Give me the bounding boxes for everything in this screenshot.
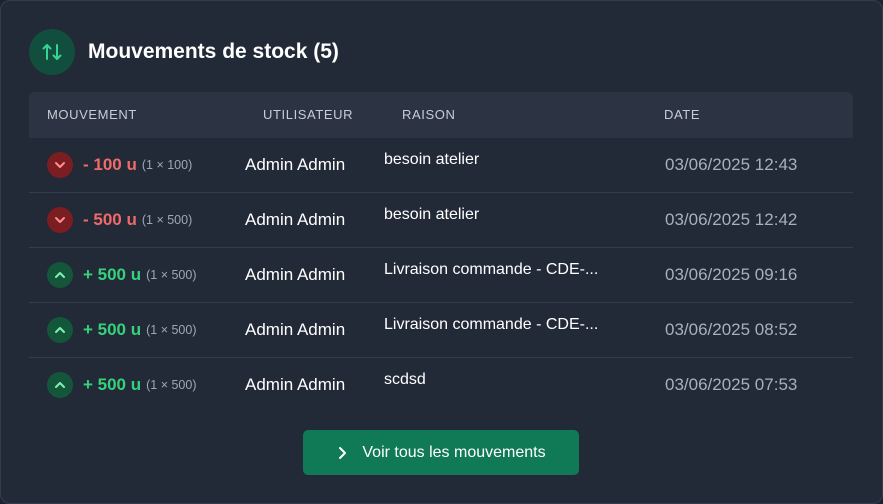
column-header-reason: RAISON bbox=[402, 107, 456, 122]
user-cell: Admin Admin bbox=[245, 320, 346, 339]
user-cell: Admin Admin bbox=[245, 155, 346, 174]
column-header-movement: MOUVEMENT bbox=[47, 107, 137, 122]
column-header-date: DATE bbox=[664, 107, 701, 122]
chevron-down-icon bbox=[47, 207, 73, 233]
movement-cell: + 500 u (1 × 500) bbox=[47, 372, 197, 398]
chevron-down-icon bbox=[47, 152, 73, 178]
movement-cell: - 500 u (1 × 500) bbox=[47, 207, 192, 233]
date-cell: 03/06/2025 08:52 bbox=[665, 320, 798, 339]
reason-cell: besoin atelier bbox=[384, 151, 480, 168]
movement-cell: - 100 u (1 × 100) bbox=[47, 152, 192, 178]
movement-quantity: + 500 u bbox=[83, 375, 142, 394]
arrows-up-down-icon bbox=[29, 29, 75, 75]
reason-cell: Livraison commande - CDE-... bbox=[384, 316, 599, 333]
chevron-up-icon bbox=[47, 317, 73, 343]
card-title: Mouvements de stock (5) bbox=[88, 40, 339, 63]
card-header: Mouvements de stock (5) bbox=[29, 29, 339, 75]
movement-quantity: + 500 u bbox=[83, 320, 142, 339]
movement-detail: (1 × 500) bbox=[146, 323, 197, 337]
user-cell: Admin Admin bbox=[245, 375, 346, 394]
reason-cell: Livraison commande - CDE-... bbox=[384, 261, 599, 278]
table-header: MOUVEMENT UTILISATEUR RAISON DATE bbox=[29, 92, 853, 138]
table-row: + 500 u (1 × 500) Admin Admin Livraison … bbox=[29, 248, 853, 303]
chevron-up-icon bbox=[47, 372, 73, 398]
movement-quantity: - 100 u bbox=[83, 155, 137, 174]
date-cell: 03/06/2025 07:53 bbox=[665, 375, 798, 394]
date-cell: 03/06/2025 12:42 bbox=[665, 210, 798, 229]
movement-detail: (1 × 500) bbox=[146, 268, 197, 282]
date-cell: 03/06/2025 12:43 bbox=[665, 155, 798, 174]
chevron-right-icon bbox=[336, 446, 348, 460]
movement-quantity: - 500 u bbox=[83, 210, 137, 229]
table-row: - 100 u (1 × 100) Admin Admin besoin ate… bbox=[29, 138, 853, 193]
table-row: + 500 u (1 × 500) Admin Admin Livraison … bbox=[29, 303, 853, 358]
chevron-up-icon bbox=[47, 262, 73, 288]
movement-detail: (1 × 100) bbox=[141, 158, 193, 172]
view-all-movements-label: Voir tous les mouvements bbox=[362, 443, 546, 461]
column-header-user: UTILISATEUR bbox=[263, 107, 354, 122]
movement-detail: (1 × 500) bbox=[141, 213, 193, 227]
reason-cell: scdsd bbox=[384, 371, 426, 388]
date-cell: 03/06/2025 09:16 bbox=[665, 265, 798, 284]
movement-detail: (1 × 500) bbox=[146, 378, 197, 392]
user-cell: Admin Admin bbox=[245, 265, 346, 284]
view-all-movements-button[interactable]: Voir tous les mouvements bbox=[303, 430, 579, 475]
movement-quantity: + 500 u bbox=[83, 265, 142, 284]
user-cell: Admin Admin bbox=[245, 210, 346, 229]
table-row: - 500 u (1 × 500) Admin Admin besoin ate… bbox=[29, 193, 853, 248]
stock-movements-card: Mouvements de stock (5) MOUVEMENT UTILIS… bbox=[0, 0, 883, 504]
movement-cell: + 500 u (1 × 500) bbox=[47, 262, 197, 288]
reason-cell: besoin atelier bbox=[384, 206, 480, 223]
table-row: + 500 u (1 × 500) Admin Admin scdsd 03/0… bbox=[29, 358, 853, 413]
movement-cell: + 500 u (1 × 500) bbox=[47, 317, 197, 343]
